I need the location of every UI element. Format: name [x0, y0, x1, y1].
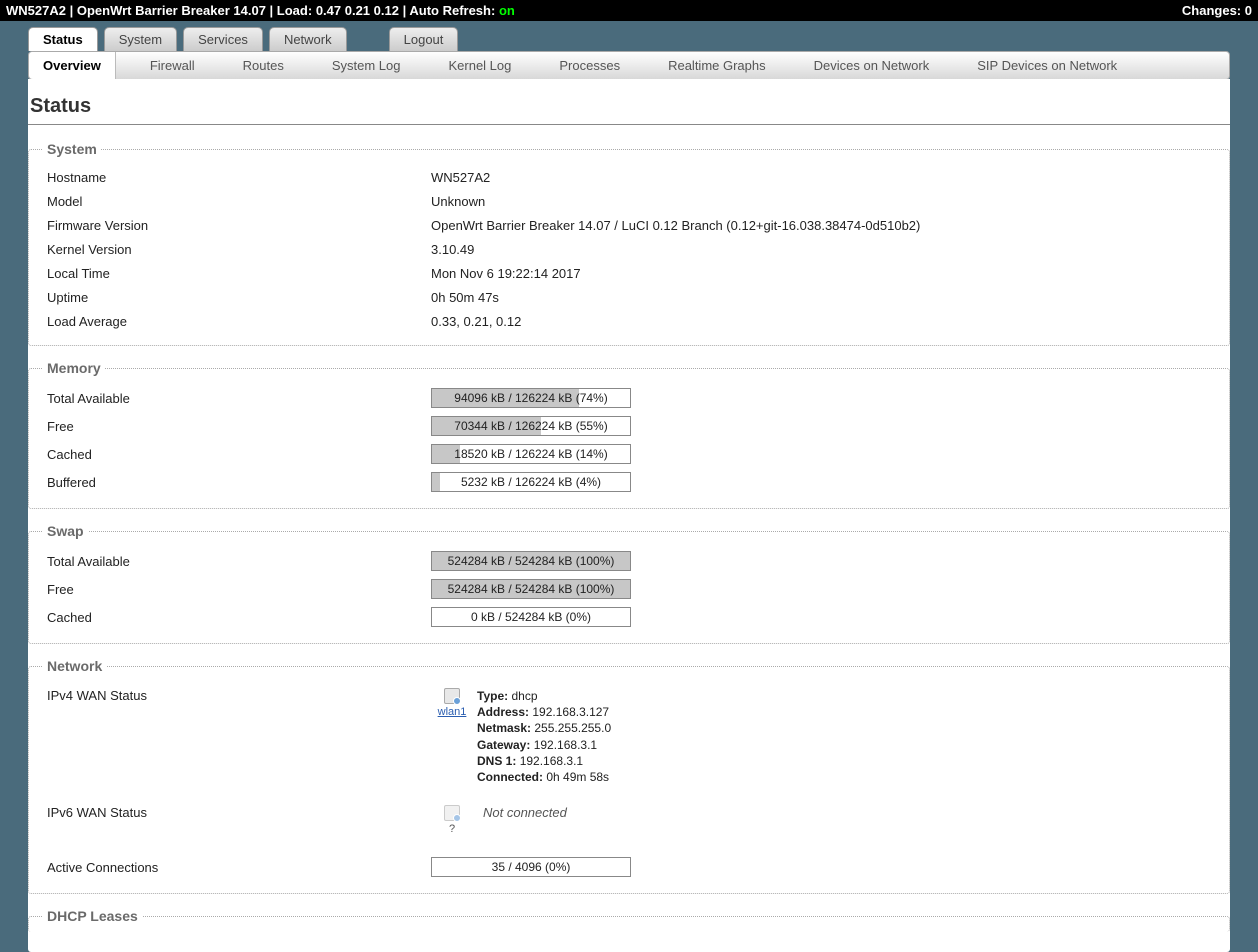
swap-free-text: 524284 kB / 524284 kB (100%): [432, 580, 630, 598]
mem-free-label: Free: [47, 419, 431, 434]
mem-free-bar: 70344 kB / 126224 kB (55%): [431, 416, 631, 436]
kernel-label: Kernel Version: [47, 242, 431, 257]
mem-buffered-bar: 5232 kB / 126224 kB (4%): [431, 472, 631, 492]
swap-total-bar: 524284 kB / 524284 kB (100%): [431, 551, 631, 571]
tab-logout[interactable]: Logout: [389, 27, 459, 51]
uptime-label: Uptime: [47, 290, 431, 305]
active-connections-bar: 35 / 4096 (0%): [431, 857, 631, 877]
subtab-devices-on-network[interactable]: Devices on Network: [800, 52, 944, 79]
host-name: WN527A2: [6, 3, 66, 18]
subtab-routes[interactable]: Routes: [229, 52, 298, 79]
subtab-firewall[interactable]: Firewall: [136, 52, 209, 79]
sub-tabs: Overview Firewall Routes System Log Kern…: [28, 51, 1230, 80]
ipv4-interface-link[interactable]: wlan1: [438, 706, 467, 718]
auto-refresh-label: Auto Refresh:: [409, 3, 495, 18]
ipv6-wan-label: IPv6 WAN Status: [47, 805, 431, 820]
changes-count[interactable]: 0: [1245, 3, 1252, 18]
swap-free-label: Free: [47, 582, 431, 597]
active-connections-label: Active Connections: [47, 860, 431, 875]
section-dhcp-leases: DHCP Leases: [28, 908, 1230, 932]
tab-services[interactable]: Services: [183, 27, 263, 51]
mem-cached-label: Cached: [47, 447, 431, 462]
legend-network: Network: [43, 658, 106, 674]
localtime-label: Local Time: [47, 266, 431, 281]
top-status-bar: WN527A2 | OpenWrt Barrier Breaker 14.07 …: [0, 0, 1258, 21]
uptime-value: 0h 50m 47s: [431, 290, 499, 305]
auto-refresh-state[interactable]: on: [499, 3, 515, 18]
mem-total-bar: 94096 kB / 126224 kB (74%): [431, 388, 631, 408]
swap-cached-label: Cached: [47, 610, 431, 625]
legend-swap: Swap: [43, 523, 88, 539]
kernel-value: 3.10.49: [431, 242, 474, 257]
section-system: System HostnameWN527A2 ModelUnknown Firm…: [28, 141, 1230, 346]
mem-total-label: Total Available: [47, 391, 431, 406]
section-network: Network IPv4 WAN Status wlan1 Type: dhcp…: [28, 658, 1230, 894]
subtab-sip-devices[interactable]: SIP Devices on Network: [963, 52, 1131, 79]
loadavg-label: Load Average: [47, 314, 431, 329]
mem-cached-bar: 18520 kB / 126224 kB (14%): [431, 444, 631, 464]
tab-system[interactable]: System: [104, 27, 177, 51]
ipv6-interface-unknown: ?: [431, 823, 473, 835]
swap-cached-bar: 0 kB / 524284 kB (0%): [431, 607, 631, 627]
section-swap: Swap Total Available 524284 kB / 524284 …: [28, 523, 1230, 644]
load-label: Load:: [277, 3, 312, 18]
subtab-system-log[interactable]: System Log: [318, 52, 415, 79]
swap-free-bar: 524284 kB / 524284 kB (100%): [431, 579, 631, 599]
swap-total-text: 524284 kB / 524284 kB (100%): [432, 552, 630, 570]
swap-cached-text: 0 kB / 524284 kB (0%): [432, 608, 630, 626]
localtime-value: Mon Nov 6 19:22:14 2017: [431, 266, 581, 281]
subtab-kernel-log[interactable]: Kernel Log: [434, 52, 525, 79]
mem-buffered-text: 5232 kB / 126224 kB (4%): [432, 473, 630, 491]
mem-total-text: 94096 kB / 126224 kB (74%): [432, 389, 630, 407]
subtab-overview[interactable]: Overview: [29, 52, 116, 79]
page-title: Status: [28, 89, 1230, 125]
section-memory: Memory Total Available 94096 kB / 126224…: [28, 360, 1230, 509]
load-value: 0.47 0.21 0.12: [316, 3, 399, 18]
ipv4-wan-label: IPv4 WAN Status: [47, 688, 431, 703]
model-value: Unknown: [431, 194, 485, 209]
loadavg-value: 0.33, 0.21, 0.12: [431, 314, 521, 329]
hostname-value: WN527A2: [431, 170, 490, 185]
legend-system: System: [43, 141, 101, 157]
mem-free-text: 70344 kB / 126224 kB (55%): [432, 417, 630, 435]
network-interface-icon: [444, 805, 460, 821]
ipv4-details: Type: dhcp Address: 192.168.3.127 Netmas…: [477, 688, 611, 785]
changes-label[interactable]: Changes:: [1182, 3, 1241, 18]
subtab-processes[interactable]: Processes: [545, 52, 634, 79]
hostname-label: Hostname: [47, 170, 431, 185]
legend-dhcp: DHCP Leases: [43, 908, 142, 924]
active-connections-text: 35 / 4096 (0%): [432, 858, 630, 876]
model-label: Model: [47, 194, 431, 209]
ipv6-not-connected: Not connected: [483, 805, 567, 820]
network-interface-icon: [444, 688, 460, 704]
tab-status[interactable]: Status: [28, 27, 98, 51]
legend-memory: Memory: [43, 360, 105, 376]
firmware-short: OpenWrt Barrier Breaker 14.07: [77, 3, 266, 18]
subtab-realtime-graphs[interactable]: Realtime Graphs: [654, 52, 780, 79]
firmware-label: Firmware Version: [47, 218, 431, 233]
mem-buffered-label: Buffered: [47, 475, 431, 490]
firmware-value: OpenWrt Barrier Breaker 14.07 / LuCI 0.1…: [431, 218, 920, 233]
tab-network[interactable]: Network: [269, 27, 347, 51]
swap-total-label: Total Available: [47, 554, 431, 569]
main-tabs: Status System Services Network Logout: [28, 27, 1230, 51]
mem-cached-text: 18520 kB / 126224 kB (14%): [432, 445, 630, 463]
